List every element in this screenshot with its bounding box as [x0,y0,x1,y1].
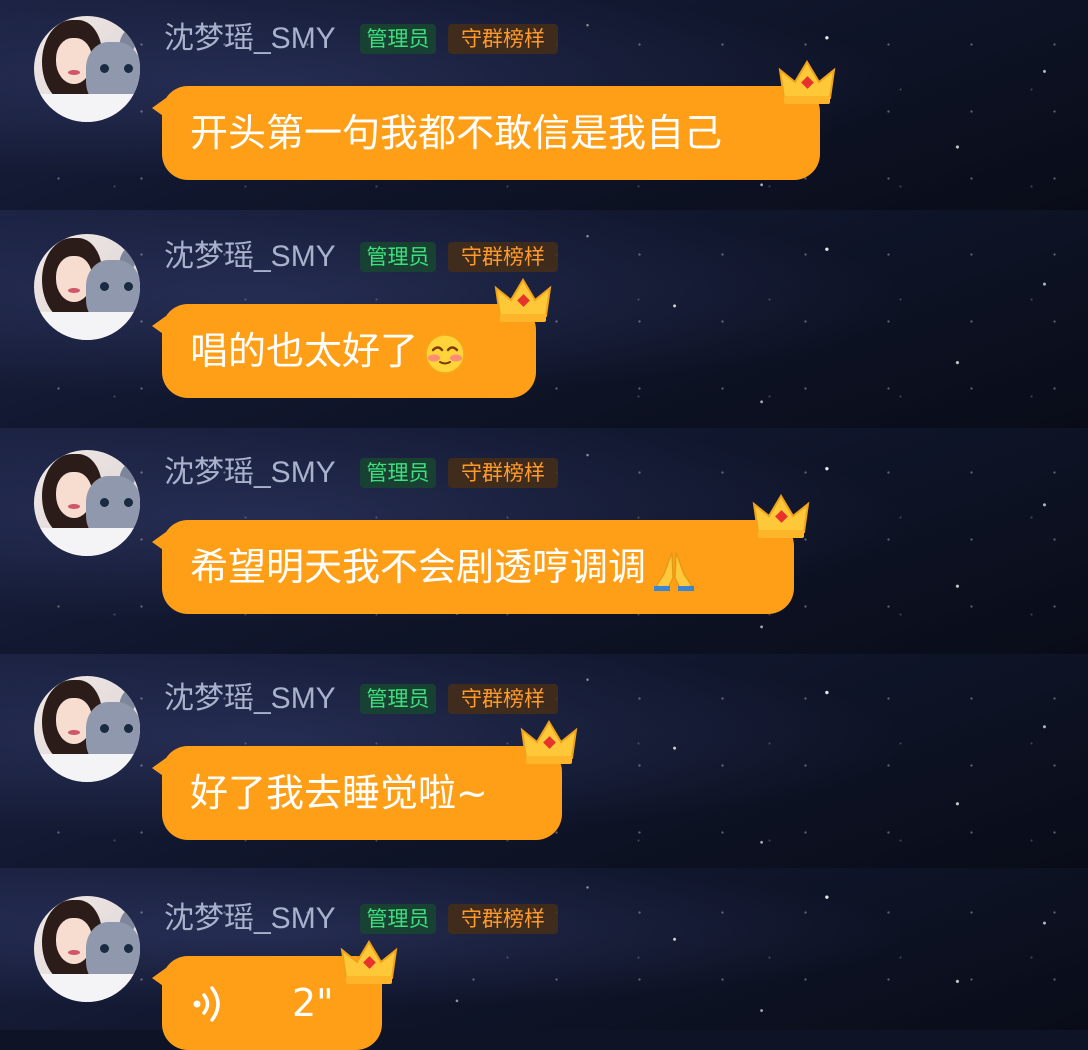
message-text: 唱的也太好了 [190,329,419,373]
avatar[interactable] [34,676,140,782]
message-text: 希望明天我不会剧透哼调调 [190,545,647,589]
fan-rank-badge: 守群榜样 [448,24,558,54]
message-text: 好了我去睡觉啦~ [190,771,488,815]
avatar[interactable] [34,450,140,556]
avatar[interactable] [34,16,140,122]
sender-name[interactable]: 沈梦瑶_SMY [164,681,336,717]
sender-name[interactable]: 沈梦瑶_SMY [164,21,336,57]
crown-icon [752,494,810,538]
admin-badge: 管理员 [360,242,436,272]
admin-badge: 管理员 [360,904,436,934]
sender-name[interactable]: 沈梦瑶_SMY [164,901,336,937]
avatar[interactable] [34,896,140,1002]
sender-name[interactable]: 沈梦瑶_SMY [164,239,336,275]
folded-hands-icon [654,551,695,591]
sender-name[interactable]: 沈梦瑶_SMY [164,455,336,491]
crown-icon [778,60,836,104]
message-bubble[interactable]: 希望明天我不会剧透哼调调 [152,520,794,614]
admin-badge: 管理员 [360,684,436,714]
blushing-face-icon [425,333,465,374]
fan-rank-badge: 守群榜样 [448,904,558,934]
crown-icon [494,278,552,322]
message-bubble[interactable]: 好了我去睡觉啦~ [152,746,562,840]
admin-badge: 管理员 [360,24,436,54]
fan-rank-badge: 守群榜样 [448,242,558,272]
fan-rank-badge: 守群榜样 [448,458,558,488]
crown-icon [340,940,398,984]
message-bubble[interactable]: 唱的也太好了 [152,304,536,398]
voice-wave-icon [193,986,220,1022]
avatar[interactable] [34,234,140,340]
message-text: 开头第一句我都不敢信是我自己 [190,111,723,155]
message-bubble[interactable]: 开头第一句我都不敢信是我自己 [152,86,820,180]
crown-icon [520,720,578,764]
admin-badge: 管理员 [360,458,436,488]
fan-rank-badge: 守群榜样 [448,684,558,714]
voice-duration: 2" [292,981,334,1025]
